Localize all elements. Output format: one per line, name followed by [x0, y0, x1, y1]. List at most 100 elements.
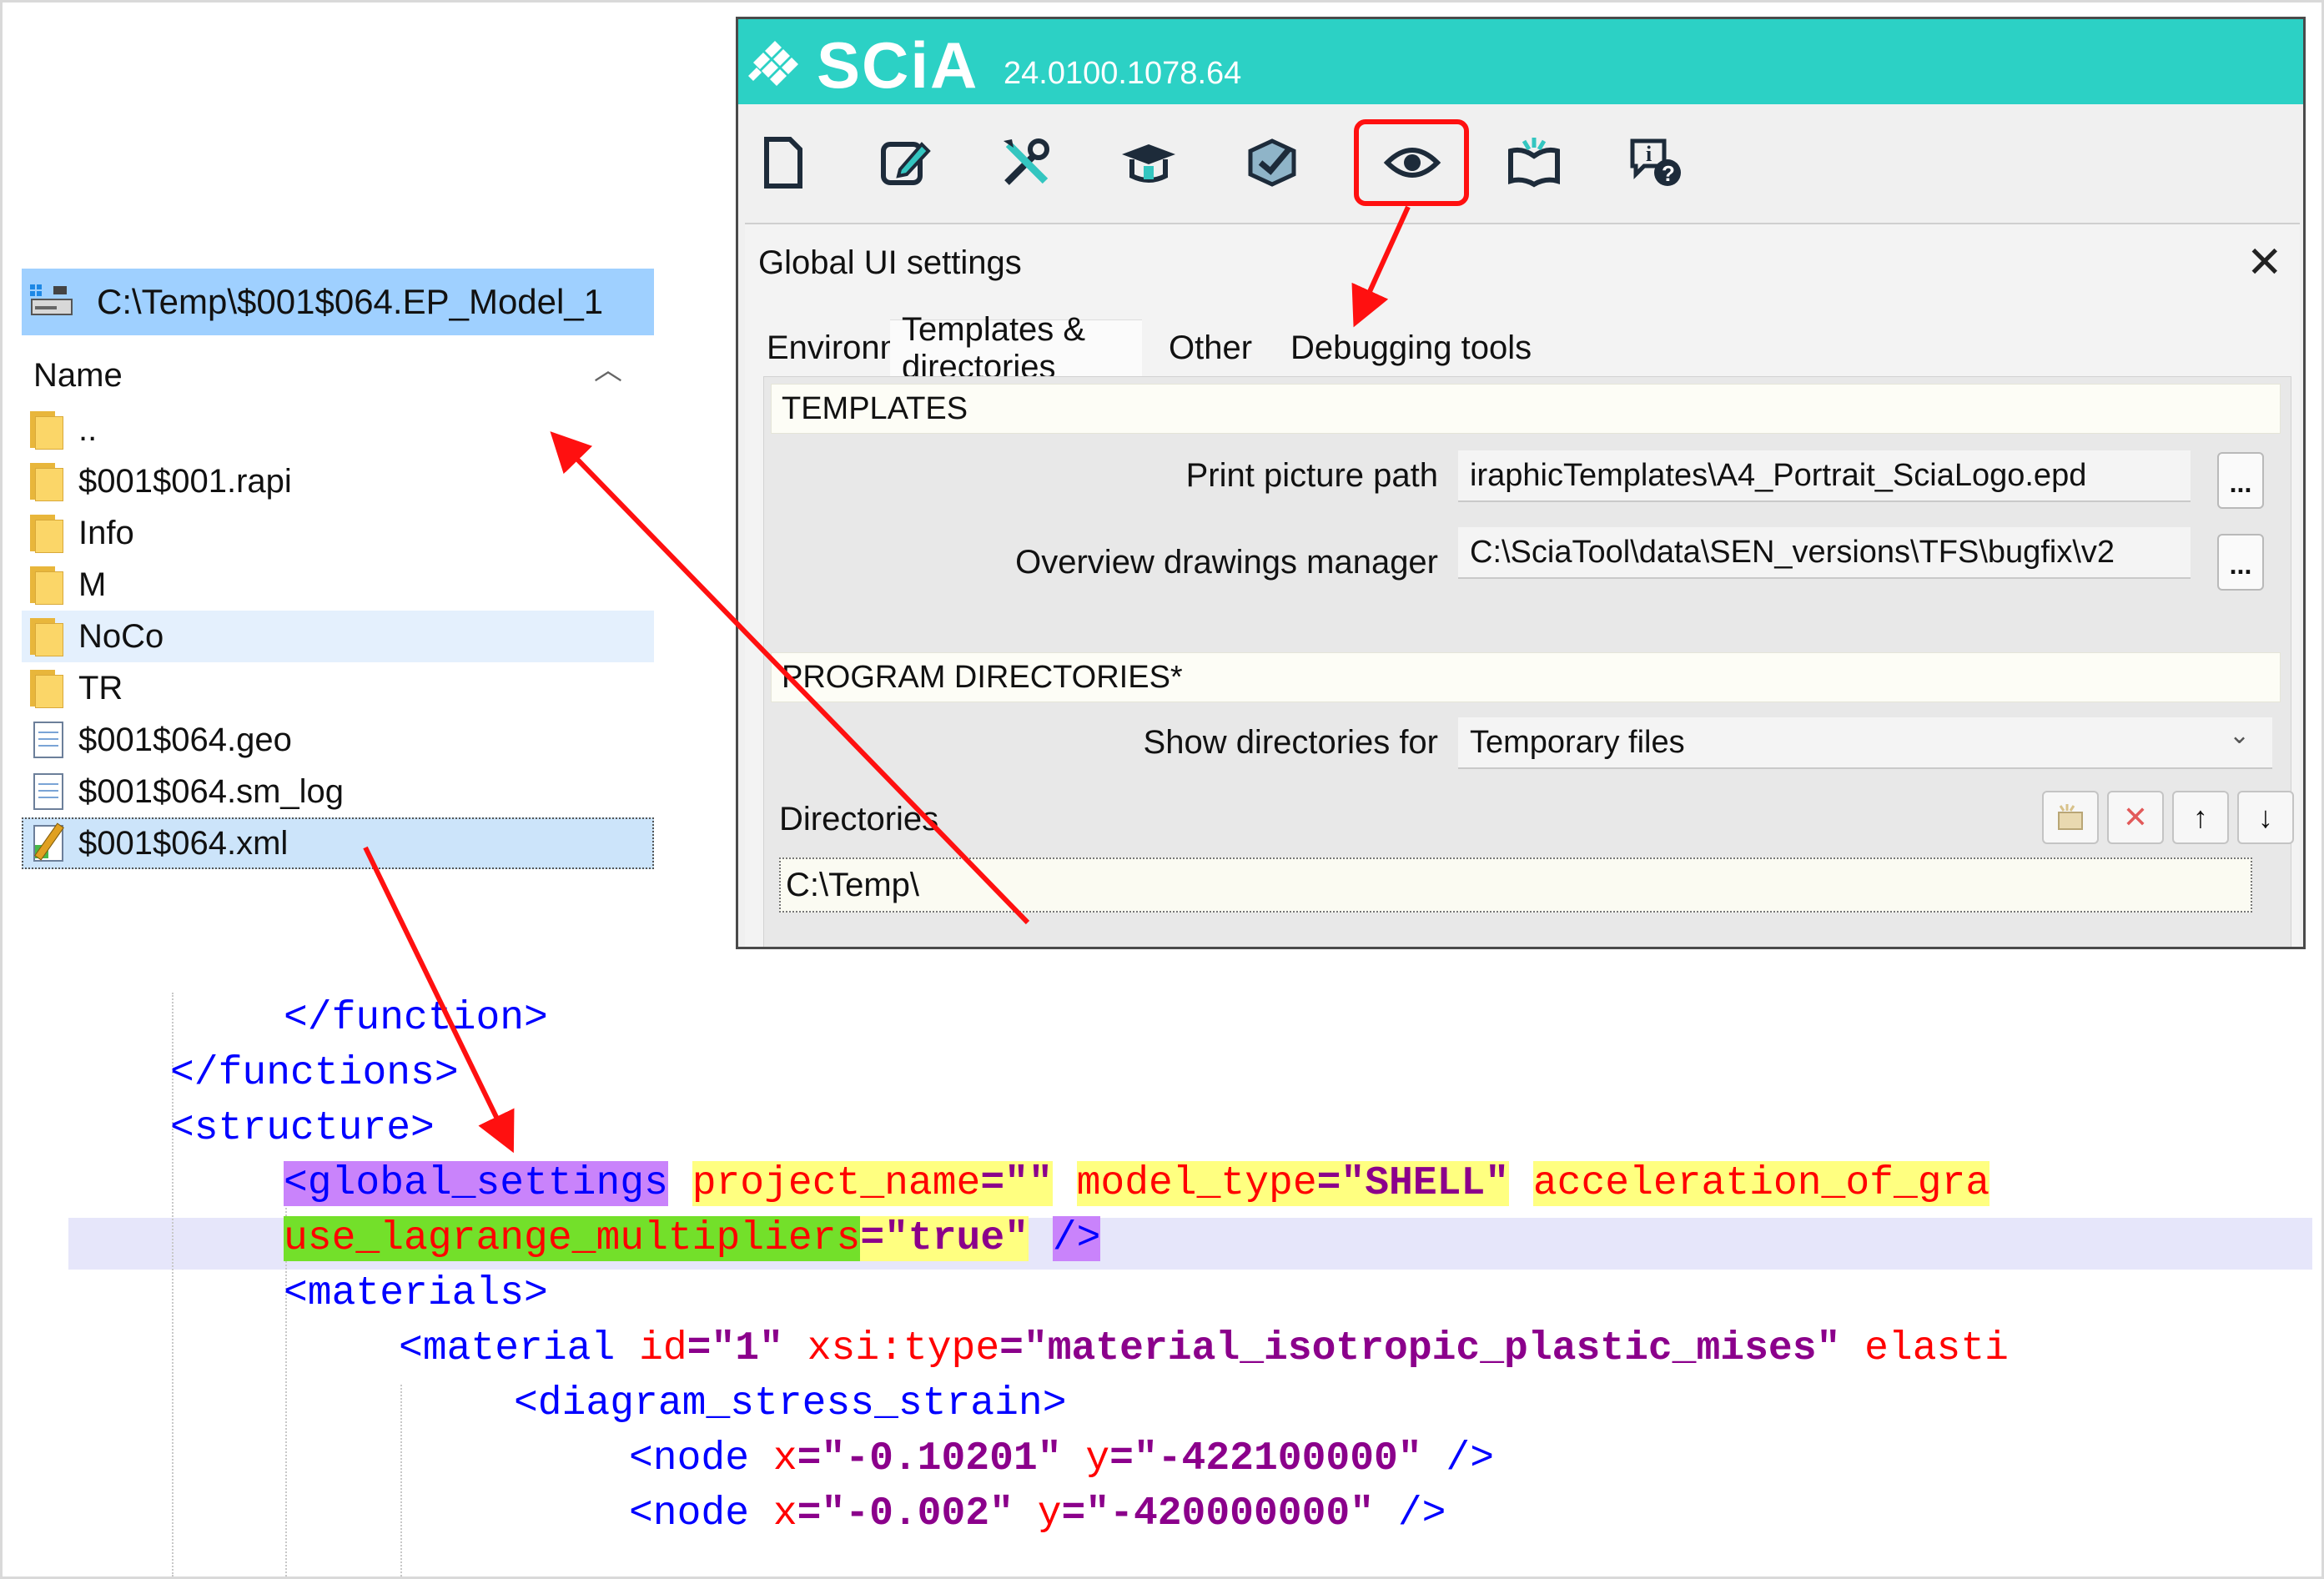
xml-tag: <structure> [170, 1106, 435, 1151]
xml-attribute: use_lagrange_multipliers [284, 1216, 861, 1261]
overview-drawings-path-field[interactable]: C:\SciaTool\data\SEN_versions\TFS\bugfix… [1458, 527, 2191, 579]
file-list-item[interactable]: .. [22, 404, 654, 455]
column-header-name[interactable]: Name ︿ [22, 349, 654, 404]
file-list-item[interactable]: NoCo [22, 611, 654, 662]
xml-value: ="" [980, 1161, 1053, 1206]
xml-attribute: acceleration_of_gra [1532, 1161, 1990, 1206]
tab-other[interactable]: Other [1157, 319, 1264, 376]
code-line: </functions> [170, 1048, 459, 1099]
directory-list-item[interactable]: C:\Temp\ [779, 857, 2252, 913]
app-version: 24.0100.1078.64 [1004, 56, 1242, 91]
graduation-icon[interactable] [1115, 131, 1182, 194]
code-line: <global_settings project_name="" model_t… [284, 1158, 1990, 1209]
item-name: Info [78, 514, 134, 551]
xml-attribute: project_name [692, 1161, 981, 1206]
overview-drawings-browse-button[interactable]: ... [2217, 534, 2264, 591]
info-help-icon[interactable]: i? [1622, 131, 1689, 194]
xml-value: ="-420000000" [1061, 1491, 1374, 1536]
code-line: use_lagrange_multipliers="true" /> [284, 1213, 1101, 1265]
item-name: $001$064.geo [78, 721, 292, 758]
xml-attribute: xsi:type [807, 1326, 1000, 1371]
directory-toolbar: ✕ ↑ ↓ [2042, 791, 2294, 844]
xml-tag: <materials> [284, 1271, 548, 1316]
dialog-title: Global UI settings [758, 244, 1022, 281]
move-down-icon[interactable]: ↓ [2237, 791, 2294, 844]
main-toolbar: i? [738, 104, 2303, 229]
print-picture-label: Print picture path [1185, 457, 1438, 494]
address-bar[interactable]: C:\Temp\$001$064.EP_Model_1 [22, 269, 654, 335]
xml-file-icon [30, 822, 67, 863]
chevron-down-icon[interactable]: ⌄ [2229, 721, 2250, 750]
xml-value: ="SHELL" [1316, 1161, 1510, 1206]
global-ui-settings-dialog: Global UI settings ✕ Environment Templat… [745, 223, 2300, 947]
xml-value: ="-422100000" [1109, 1436, 1422, 1481]
print-picture-path-field[interactable]: iraphicTemplates\A4_Portrait_SciaLogo.ep… [1458, 450, 2191, 502]
file-list-item[interactable]: M [22, 559, 654, 611]
print-picture-browse-button[interactable]: ... [2217, 452, 2264, 509]
folder-icon [30, 410, 67, 450]
xml-tag: </function> [284, 996, 548, 1041]
indent-guide [400, 1385, 402, 1576]
templates-section-header: TEMPLATES [771, 384, 2281, 434]
new-folder-button[interactable] [2042, 791, 2099, 844]
xml-tag: <node [629, 1491, 750, 1536]
close-icon[interactable]: ✕ [2246, 238, 2283, 288]
overview-drawings-label: Overview drawings manager [1015, 544, 1438, 581]
xml-tag: </functions> [170, 1051, 459, 1096]
file-list-item[interactable]: TR [22, 662, 654, 714]
xml-attribute: y [1085, 1436, 1110, 1481]
xml-tag: /> [1446, 1436, 1495, 1481]
item-name: TR [78, 669, 123, 707]
new-document-icon[interactable] [750, 131, 817, 194]
edit-icon[interactable] [872, 131, 938, 194]
file-list-item[interactable]: $001$064.sm_log [22, 766, 654, 817]
scia-logo-icon [745, 29, 803, 93]
file-list: .. $001$001.rapi Info M NoCo TR $001$064… [22, 404, 654, 869]
item-name: $001$064.xml [78, 824, 289, 862]
item-name: $001$064.sm_log [78, 772, 345, 810]
file-list-item-selected[interactable]: $001$064.xml [22, 817, 654, 869]
eye-icon-highlight [1354, 119, 1469, 206]
xml-attribute: y [1037, 1491, 1062, 1536]
item-name: NoCo [78, 617, 164, 655]
xml-attribute: elasti [1864, 1326, 2009, 1371]
xml-value: ="1" [687, 1326, 783, 1371]
settings-tabs: Environment Templates & directories Othe… [745, 311, 2300, 385]
item-name: $001$001.rapi [78, 462, 292, 500]
xml-code-view: </function> </functions> <structure> <gl… [0, 993, 2324, 1576]
svg-text:?: ? [1662, 161, 1675, 186]
file-list-item[interactable]: Info [22, 507, 654, 559]
check-box-icon[interactable] [1239, 131, 1305, 194]
folder-icon [30, 616, 67, 656]
new-folder-icon [2058, 804, 2083, 830]
xml-attribute: x [772, 1436, 797, 1481]
folder-icon [30, 565, 67, 605]
tab-templates-directories[interactable]: Templates & directories [890, 311, 1142, 385]
delete-icon[interactable]: ✕ [2107, 791, 2164, 844]
program-directories-section-header: PROGRAM DIRECTORIES* [771, 652, 2281, 702]
file-list-item[interactable]: $001$064.geo [22, 714, 654, 766]
network-drive-icon [28, 281, 75, 323]
code-line: <material id="1" xsi:type="material_isot… [399, 1323, 2009, 1375]
show-directories-select[interactable]: Temporary files [1458, 717, 2272, 769]
code-line: </function> [284, 993, 548, 1044]
text-file-icon [30, 720, 67, 760]
tools-icon[interactable] [993, 131, 1060, 194]
item-name: M [78, 566, 107, 603]
tab-debugging-tools[interactable]: Debugging tools [1279, 319, 1543, 376]
scia-window: SCiA 24.0100.1078.64 i? Global UI settin… [736, 17, 2306, 949]
directories-label: Directories [779, 801, 939, 837]
move-up-icon[interactable]: ↑ [2172, 791, 2229, 844]
xml-value: ="true" [860, 1216, 1029, 1261]
open-book-icon[interactable] [1501, 131, 1567, 194]
item-name: .. [78, 410, 98, 448]
app-name: SCiA [817, 28, 979, 102]
file-list-item[interactable]: $001$001.rapi [22, 455, 654, 507]
svg-text:i: i [1646, 142, 1652, 166]
path-text: C:\Temp\$001$064.EP_Model_1 [97, 282, 604, 321]
title-bar: SCiA 24.0100.1078.64 [738, 19, 2303, 104]
name-column-label: Name [33, 357, 123, 394]
xml-attribute: id [639, 1326, 687, 1371]
code-line: <node x="-0.10201" y="-422100000" /> [629, 1433, 1494, 1485]
tab-content: TEMPLATES Print picture path iraphicTemp… [763, 376, 2294, 947]
